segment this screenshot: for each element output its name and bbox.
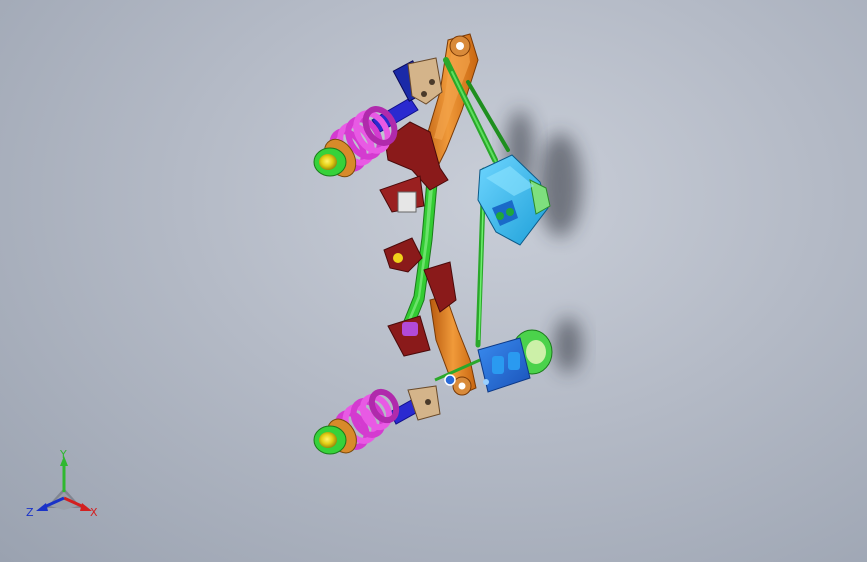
cad-3d-viewport[interactable] — [0, 0, 867, 562]
view-orientation-triad[interactable]: Y X Z — [24, 448, 104, 524]
lower-motor-housing — [477, 329, 553, 393]
x-axis-label: X — [90, 506, 98, 519]
y-axis-label: Y — [59, 448, 67, 461]
z-axis-label: Z — [26, 506, 34, 519]
lower-shock-absorber — [313, 374, 456, 455]
suspension-model[interactable] — [313, 33, 553, 458]
z-axis-arrowhead — [36, 503, 48, 511]
